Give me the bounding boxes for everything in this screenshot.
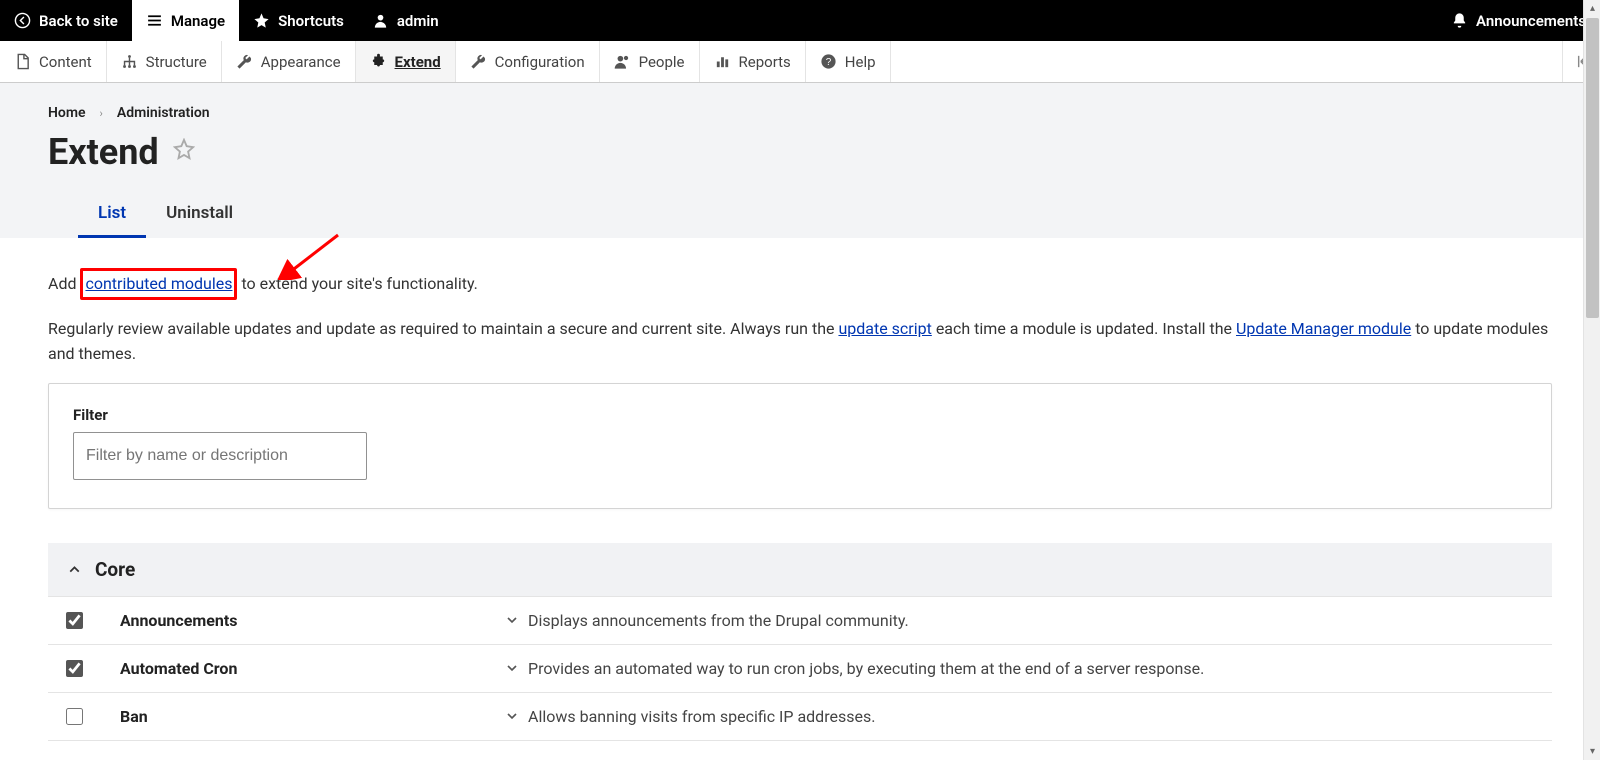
puzzle-icon [370, 53, 387, 70]
main-content: Add contributed modules to extend your s… [0, 238, 1600, 771]
shortcuts-button[interactable]: Shortcuts [239, 0, 358, 41]
highlighted-link-box: contributed modules [80, 268, 237, 300]
tab-list[interactable]: List [78, 193, 146, 238]
intro-line-1: Add contributed modules to extend your s… [48, 268, 1552, 300]
scroll-down-icon[interactable]: ▾ [1584, 743, 1600, 760]
filter-input[interactable] [73, 432, 367, 480]
scrollbar[interactable]: ▴ ▾ [1583, 0, 1600, 760]
tab-uninstall[interactable]: Uninstall [146, 193, 253, 238]
svg-text:?: ? [826, 57, 832, 68]
intro-line-2: Regularly review available updates and u… [48, 316, 1552, 367]
menu-structure[interactable]: Structure [107, 41, 222, 82]
module-expand-toggle[interactable] [496, 708, 528, 724]
wrench-icon [236, 53, 253, 70]
menu-configuration[interactable]: Configuration [456, 41, 600, 82]
manage-label: Manage [171, 12, 225, 30]
module-description: Allows banning visits from specific IP a… [528, 707, 1534, 726]
back-to-site-button[interactable]: Back to site [0, 0, 132, 41]
bell-icon [1451, 12, 1468, 29]
chevron-up-icon [66, 561, 83, 578]
shortcuts-label: Shortcuts [278, 12, 344, 30]
menu-extend[interactable]: Extend [356, 41, 456, 82]
module-name: Announcements [120, 611, 496, 630]
help-icon: ? [820, 53, 837, 70]
file-icon [14, 53, 31, 70]
user-icon [372, 12, 389, 29]
favorite-star-icon[interactable] [173, 138, 195, 166]
menu-people-label: People [639, 53, 685, 71]
menu-appearance[interactable]: Appearance [222, 41, 356, 82]
breadcrumb-home[interactable]: Home [48, 105, 86, 121]
back-to-site-label: Back to site [39, 12, 118, 30]
module-row: Automated Cron Provides an automated way… [48, 645, 1552, 693]
module-checkbox[interactable] [66, 612, 83, 629]
scroll-up-icon[interactable]: ▴ [1584, 0, 1600, 17]
tool-icon [470, 53, 487, 70]
module-name: Automated Cron [120, 659, 496, 678]
intro-text: to extend your site's functionality. [237, 274, 477, 293]
module-description: Displays announcements from the Drupal c… [528, 611, 1534, 630]
star-icon [253, 12, 270, 29]
menu-help[interactable]: ? Help [806, 41, 891, 82]
menu-reports-label: Reports [739, 53, 791, 71]
hamburger-icon [146, 12, 163, 29]
module-checkbox-wrap [66, 708, 120, 725]
menu-configuration-label: Configuration [495, 53, 585, 71]
intro-text: Add [48, 274, 80, 293]
breadcrumb-admin[interactable]: Administration [117, 105, 210, 121]
intro-text: Regularly review available updates and u… [48, 319, 838, 338]
menu-content[interactable]: Content [0, 41, 107, 82]
menu-structure-label: Structure [146, 53, 207, 71]
module-checkbox-wrap [66, 612, 120, 629]
menu-extend-label: Extend [395, 53, 441, 71]
breadcrumb: Home › Administration [48, 105, 1552, 121]
manage-button[interactable]: Manage [132, 0, 239, 41]
admin-menu: Content Structure Appearance Extend Conf… [0, 41, 1600, 83]
back-icon [14, 12, 31, 29]
group-core-label: Core [95, 558, 135, 581]
chart-icon [714, 53, 731, 70]
menu-help-label: Help [845, 53, 876, 71]
menu-people[interactable]: People [600, 41, 700, 82]
contributed-modules-link[interactable]: contributed modules [85, 274, 232, 293]
hierarchy-icon [121, 53, 138, 70]
module-expand-toggle[interactable] [496, 660, 528, 676]
module-row: Announcements Displays announcements fro… [48, 597, 1552, 645]
breadcrumb-separator-icon: › [100, 107, 103, 120]
module-name: Ban [120, 707, 496, 726]
menu-appearance-label: Appearance [261, 53, 341, 71]
filter-card: Filter [48, 383, 1552, 509]
admin-topbar: Back to site Manage Shortcuts admin Anno… [0, 0, 1600, 41]
module-description: Provides an automated way to run cron jo… [528, 659, 1534, 678]
update-script-link[interactable]: update script [838, 319, 931, 338]
group-core-header[interactable]: Core [48, 543, 1552, 597]
menu-content-label: Content [39, 53, 92, 71]
module-checkbox[interactable] [66, 708, 83, 725]
admin-user-label: admin [397, 12, 439, 30]
page-title: Extend [48, 131, 1552, 173]
admin-user-button[interactable]: admin [358, 0, 453, 41]
module-checkbox[interactable] [66, 660, 83, 677]
update-manager-link[interactable]: Update Manager module [1236, 319, 1411, 338]
module-expand-toggle[interactable] [496, 612, 528, 628]
menu-reports[interactable]: Reports [700, 41, 806, 82]
page-title-text: Extend [48, 131, 159, 173]
scroll-thumb[interactable] [1586, 18, 1599, 318]
tabs: List Uninstall [48, 193, 1552, 238]
intro-text: each time a module is updated. Install t… [932, 319, 1236, 338]
announcements-label: Announcements [1476, 12, 1586, 30]
module-row: Ban Allows banning visits from specific … [48, 693, 1552, 741]
announcements-button[interactable]: Announcements [1437, 0, 1600, 41]
annotation-arrow-icon [278, 230, 348, 280]
module-checkbox-wrap [66, 660, 120, 677]
filter-label: Filter [73, 406, 1527, 424]
people-icon [614, 53, 631, 70]
